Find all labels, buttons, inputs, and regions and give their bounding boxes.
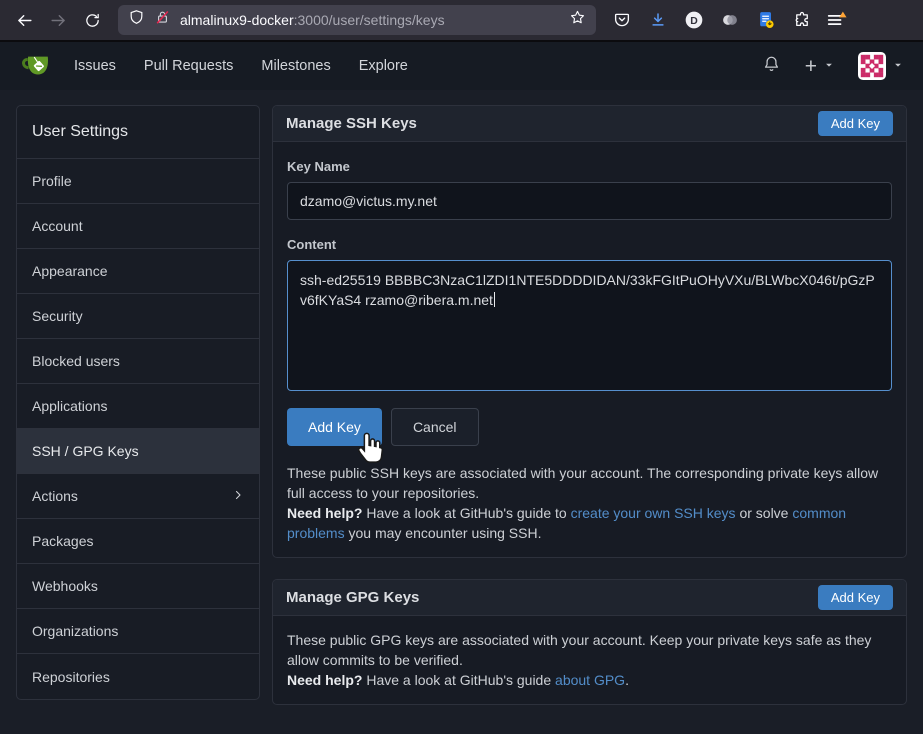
key-name-input[interactable] <box>287 182 892 220</box>
gpg-keys-panel: Manage GPG Keys Add Key These public GPG… <box>272 579 907 705</box>
tracking-shield-icon[interactable] <box>128 9 145 31</box>
browser-toolbar: almalinux9-docker:3000/user/settings/key… <box>0 0 923 42</box>
downloads-button[interactable] <box>642 4 674 36</box>
bookmark-star-icon[interactable] <box>569 9 586 31</box>
ssh-add-key-toggle-button[interactable]: Add Key <box>818 111 893 136</box>
about-gpg-link[interactable]: about GPG <box>555 672 625 688</box>
puzzle-piece-icon <box>793 11 811 29</box>
extensions-button[interactable] <box>786 4 818 36</box>
need-help-label: Need help? <box>287 672 362 688</box>
url-bar[interactable]: almalinux9-docker:3000/user/settings/key… <box>118 5 596 35</box>
create-new-dropdown[interactable]: + <box>805 56 834 77</box>
sidebar-item-organizations[interactable]: Organizations <box>17 609 259 654</box>
ssh-description: These public SSH keys are associated wit… <box>287 463 892 503</box>
gpg-panel-body: These public GPG keys are associated wit… <box>273 616 906 704</box>
sidebar-item-webhooks[interactable]: Webhooks <box>17 564 259 609</box>
sidebar-item-appearance[interactable]: Appearance <box>17 249 259 294</box>
sidebar-item-blocked-users[interactable]: Blocked users <box>17 339 259 384</box>
url-path: :3000/user/settings/keys <box>294 12 445 28</box>
forward-button[interactable] <box>42 4 74 36</box>
ssh-panel-body: Key Name Content ssh-ed25519 BBBBC3NzaC1… <box>273 142 906 557</box>
sidebar-item-security[interactable]: Security <box>17 294 259 339</box>
ssh-panel-header: Manage SSH Keys Add Key <box>273 106 906 142</box>
gpg-panel-title: Manage GPG Keys <box>286 589 419 606</box>
sidebar-title: User Settings <box>17 106 259 159</box>
nav-item-explore[interactable]: Explore <box>345 48 422 84</box>
gitea-navbar: Issues Pull Requests Milestones Explore … <box>0 42 923 90</box>
gitea-logo-icon[interactable] <box>20 51 54 81</box>
sidebar-item-repositories[interactable]: Repositories <box>17 654 259 699</box>
sidebar-item-actions[interactable]: Actions <box>17 474 259 519</box>
user-menu-dropdown[interactable] <box>858 52 903 80</box>
d-circle-icon: D <box>684 10 704 30</box>
settings-page: User Settings Profile Account Appearance… <box>0 90 923 705</box>
app-menu-button[interactable] <box>820 4 852 36</box>
avatar <box>858 52 886 80</box>
key-content-textarea[interactable]: ssh-ed25519 BBBBC3NzaC1lZDI1NTE5DDDDIDAN… <box>287 260 892 391</box>
singlefile-extension-button[interactable] <box>750 4 782 36</box>
d-extension-button[interactable]: D <box>678 4 710 36</box>
sidebar-item-profile[interactable]: Profile <box>17 159 259 204</box>
sidebar-item-packages[interactable]: Packages <box>17 519 259 564</box>
settings-sidebar: User Settings Profile Account Appearance… <box>16 105 260 700</box>
gpg-description: These public GPG keys are associated wit… <box>287 630 892 670</box>
need-help-label: Need help? <box>287 505 362 521</box>
overlapping-circles-icon <box>720 10 740 30</box>
url-domain: almalinux9-docker <box>180 12 294 28</box>
settings-main: Manage SSH Keys Add Key Key Name Content… <box>272 105 907 705</box>
gpg-help-text: Need help? Have a look at GitHub's guide… <box>287 670 892 690</box>
ssh-keys-panel: Manage SSH Keys Add Key Key Name Content… <box>272 105 907 558</box>
content-label: Content <box>287 237 892 252</box>
pocket-extension-button[interactable] <box>606 4 638 36</box>
circles-extension-button[interactable] <box>714 4 746 36</box>
sidebar-item-account[interactable]: Account <box>17 204 259 249</box>
hamburger-menu-icon <box>825 9 847 31</box>
nav-item-pull-requests[interactable]: Pull Requests <box>130 48 247 84</box>
plus-icon: + <box>805 56 817 77</box>
sidebar-item-ssh-gpg-keys[interactable]: SSH / GPG Keys <box>17 429 259 474</box>
create-ssh-keys-link[interactable]: create your own SSH keys <box>571 505 736 521</box>
insecure-lock-icon[interactable] <box>154 9 171 31</box>
screen: almalinux9-docker:3000/user/settings/key… <box>0 0 923 734</box>
extension-toolbar: D <box>606 4 818 36</box>
chevron-down-icon <box>824 57 834 75</box>
chevron-right-icon <box>232 488 244 504</box>
ssh-help-text: Need help? Have a look at GitHub's guide… <box>287 503 892 543</box>
back-button[interactable] <box>8 4 40 36</box>
download-icon <box>649 11 667 29</box>
pocket-icon <box>613 11 631 29</box>
sidebar-item-applications[interactable]: Applications <box>17 384 259 429</box>
nav-item-milestones[interactable]: Milestones <box>247 48 344 84</box>
form-buttons: Add Key Cancel <box>287 408 892 446</box>
key-name-label: Key Name <box>287 159 892 174</box>
gpg-add-key-toggle-button[interactable]: Add Key <box>818 585 893 610</box>
reload-icon <box>84 12 101 29</box>
notifications-bell-icon[interactable] <box>762 54 781 79</box>
url-text: almalinux9-docker:3000/user/settings/key… <box>180 12 560 28</box>
ssh-panel-title: Manage SSH Keys <box>286 115 417 132</box>
nav-item-issues[interactable]: Issues <box>60 48 130 84</box>
gpg-panel-header: Manage GPG Keys Add Key <box>273 580 906 616</box>
document-clock-icon <box>756 10 776 30</box>
forward-arrow-icon <box>49 11 68 30</box>
back-arrow-icon <box>15 11 34 30</box>
svg-text:D: D <box>690 16 698 27</box>
add-key-submit-button[interactable]: Add Key <box>287 408 382 446</box>
cancel-button[interactable]: Cancel <box>391 408 479 446</box>
chevron-down-icon <box>893 57 903 75</box>
reload-button[interactable] <box>76 4 108 36</box>
navbar-right: + <box>762 52 911 80</box>
